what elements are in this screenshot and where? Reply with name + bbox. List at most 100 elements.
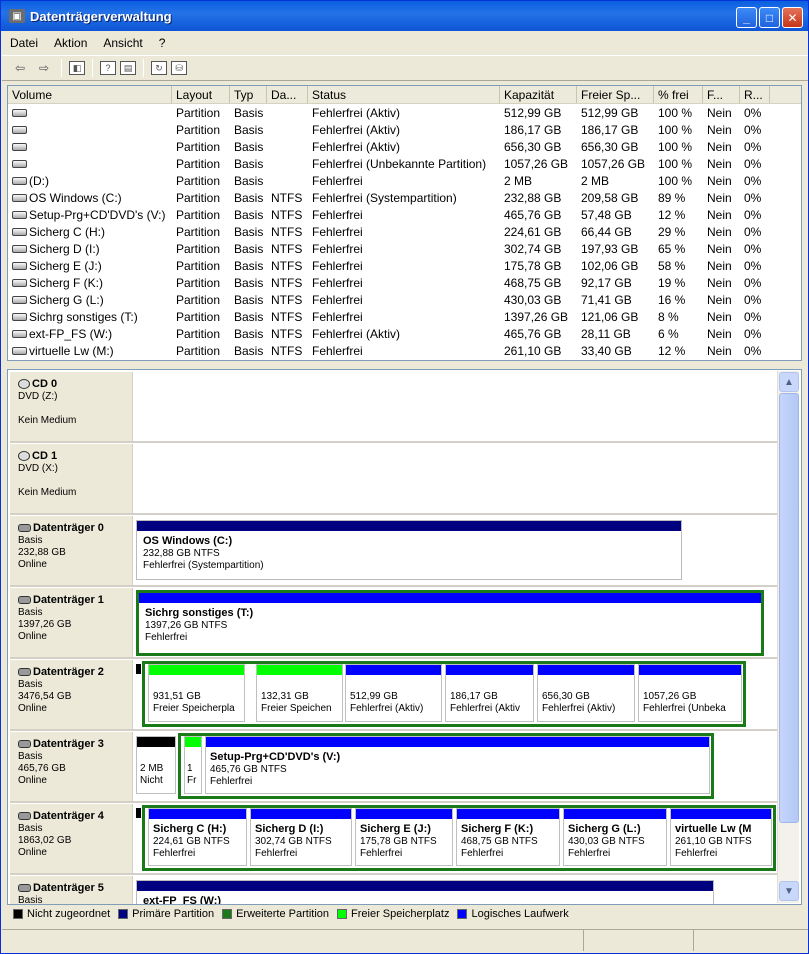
maximize-button[interactable]: □ — [759, 7, 780, 28]
partition-v[interactable]: Setup-Prg+CD'DVD's (V:) 465,76 GB NTFS Feh… — [205, 736, 710, 794]
partition-c[interactable]: OS Windows (C:) 232,88 GB NTFS Fehlerfrei … — [136, 520, 682, 580]
window-title: Datenträgerverwaltung — [30, 8, 172, 24]
partition-size: 302,74 GB NTFS — [255, 836, 332, 847]
col-kapazitaet[interactable]: Kapazität — [500, 86, 577, 103]
menu-ansicht[interactable]: Ansicht — [95, 36, 150, 50]
volume-row[interactable]: Setup-Prg+CD'DVD's (V:) Partition Basis NTF… — [8, 206, 801, 223]
volume-drive-icon — [12, 143, 27, 152]
col-volume[interactable]: Volume — [8, 86, 172, 103]
col-layout[interactable]: Layout — [172, 86, 230, 103]
partition-t[interactable]: Sichrg sonstiges (T:) 1397,26 GB NTFS Fehl… — [136, 590, 764, 656]
volume-row[interactable]: ext-FP_FS (W:) Partition Basis NTFS Fehlerfr… — [8, 325, 801, 342]
col-fehlertoleranz[interactable]: F... — [703, 86, 740, 103]
disk-management-app-icon[interactable]: ▣ — [9, 9, 25, 23]
disk-label-cd1[interactable]: CD 1 DVD (X:) Kein Medium — [10, 444, 133, 513]
partition-m[interactable]: virtuelle Lw (M 261,10 GB NTFS Fehlerfrei — [670, 808, 772, 866]
volume-row[interactable]: (D:) Partition Basis Fehlerfrei 2 MB 2 MB 100 … — [8, 172, 801, 189]
volume-row[interactable]: Partition Basis Fehlerfrei (Aktiv) 186,17 G… — [8, 121, 801, 138]
partition-j[interactable]: Sicherg E (J:) 175,78 GB NTFS Fehlerfrei — [355, 808, 453, 866]
partition-size: 931,51 GB — [153, 691, 201, 702]
volume-cell: Fehlerfrei — [312, 309, 363, 324]
refresh-icon[interactable]: ↻ — [151, 61, 167, 75]
col-freier-speicher[interactable]: Freier Sp... — [577, 86, 654, 103]
volume-cell: 0% — [744, 105, 762, 120]
col-typ[interactable]: Typ — [230, 86, 267, 103]
scroll-thumb[interactable] — [779, 393, 799, 823]
disk-label-2[interactable]: Datenträger 2 Basis 3476,54 GB Online — [10, 660, 133, 729]
scroll-up-arrow-icon[interactable]: ▲ — [779, 372, 799, 392]
graph-vertical-scrollbar[interactable]: ▲ ▼ — [777, 371, 799, 903]
volume-name: ext-FP_FS (W:) — [29, 326, 113, 341]
volume-cell: 100 % — [658, 105, 693, 120]
partition-name: Sichrg sonstiges (T:) — [145, 607, 254, 619]
volume-cell: Partition — [176, 224, 221, 239]
col-status[interactable]: Status — [308, 86, 500, 103]
col-dateisystem[interactable]: Da... — [267, 86, 308, 103]
disk-state: Online — [18, 775, 47, 786]
minimize-button[interactable]: _ — [736, 7, 757, 28]
legend-logical: Logisches Laufwerk — [471, 908, 569, 920]
volume-cell: 100 % — [658, 173, 693, 188]
partition-512[interactable]: 512,99 GB Fehlerfrei (Aktiv) — [345, 664, 442, 722]
hard-disk-icon — [18, 884, 31, 893]
volume-cell — [8, 123, 172, 137]
menu-datei[interactable]: Datei — [2, 36, 46, 50]
volume-row[interactable]: virtuelle Lw (M:) Partition Basis NTFS Fehle… — [8, 342, 801, 359]
free-space-2[interactable]: 132,31 GB Freier Speichen — [256, 664, 343, 722]
show-hide-tree-icon[interactable]: ◧ — [69, 61, 85, 75]
title-bar[interactable]: ▣ Datenträgerverwaltung _ □ ✕ — [1, 1, 808, 31]
properties-icon[interactable]: ? — [100, 61, 116, 75]
partition-l[interactable]: Sicherg G (L:) 430,03 GB NTFS Fehlerfrei — [563, 808, 667, 866]
partition-h[interactable]: Sicherg C (H:) 224,61 GB NTFS Fehlerfrei — [148, 808, 247, 866]
rescan-disks-icon[interactable]: ⛁ — [171, 61, 187, 75]
volume-row[interactable]: Partition Basis Fehlerfrei (Aktiv) 656,30 G… — [8, 138, 801, 155]
free-space-1[interactable]: 931,51 GB Freier Speicherpla — [148, 664, 245, 722]
unallocated-2mb[interactable]: 2 MB Nicht — [136, 736, 176, 794]
volume-cell: Basis — [234, 241, 264, 256]
partition-status: Fehlerfrei — [360, 848, 403, 859]
volume-row[interactable]: Partition Basis Fehlerfrei (Unbekannte Par… — [8, 155, 801, 172]
partition-i[interactable]: Sicherg D (I:) 302,74 GB NTFS Fehlerfrei — [250, 808, 352, 866]
forward-arrow-icon[interactable]: ⇨ — [34, 58, 54, 78]
volume-cell: 100 % — [658, 139, 693, 154]
scroll-down-arrow-icon[interactable]: ▼ — [779, 881, 799, 901]
disk-label-3[interactable]: Datenträger 3 Basis 465,76 GB Online — [10, 732, 133, 801]
volume-row[interactable]: Sicherg G (L:) Partition Basis NTFS Fehlerfr… — [8, 291, 801, 308]
partition-color-bar — [346, 665, 441, 675]
free-space-small[interactable]: 1 Fr — [184, 736, 202, 794]
back-arrow-icon[interactable]: ⇦ — [10, 58, 30, 78]
disk-name: Datenträger 1 — [33, 594, 104, 606]
col-reserve[interactable]: R... — [740, 86, 770, 103]
disk-label-4[interactable]: Datenträger 4 Basis 1863,02 GB Online — [10, 804, 133, 873]
volume-row[interactable]: Sichrg sonstiges (T:) Partition Basis NTFS F… — [8, 308, 801, 325]
volume-cell: 28,11 GB — [581, 326, 631, 341]
disk-label-0[interactable]: Datenträger 0 Basis 232,88 GB Online — [10, 516, 133, 585]
volume-row[interactable]: Sicherg E (J:) Partition Basis NTFS Fehlerfr… — [8, 257, 801, 274]
volume-row[interactable]: Sicherg F (K:) Partition Basis NTFS Fehlerfr… — [8, 274, 801, 291]
partition-656[interactable]: 656,30 GB Fehlerfrei (Aktiv) — [537, 664, 635, 722]
volume-drive-icon — [12, 177, 27, 186]
partition-w[interactable]: ext-FP_FS (W:) — [136, 880, 714, 904]
partition-1057[interactable]: 1057,26 GB Fehlerfrei (Unbeka — [638, 664, 742, 722]
menu-aktion[interactable]: Aktion — [46, 36, 95, 50]
partition-size: 175,78 GB NTFS — [360, 836, 437, 847]
partition-186[interactable]: 186,17 GB Fehlerfrei (Aktiv — [445, 664, 534, 722]
volume-row[interactable]: Partition Basis Fehlerfrei (Aktiv) 512,99 G… — [8, 104, 801, 121]
volume-cell: Sichrg sonstiges (T:) — [8, 310, 172, 324]
help-icon[interactable]: ▤ — [120, 61, 136, 75]
close-button[interactable]: ✕ — [782, 7, 803, 28]
menu-help[interactable]: ? — [151, 36, 174, 50]
disk-label-1[interactable]: Datenträger 1 Basis 1397,26 GB Online — [10, 588, 133, 657]
volume-list[interactable]: Volume Layout Typ Da... Status Kapazität… — [7, 85, 802, 361]
partition-k[interactable]: Sicherg F (K:) 468,75 GB NTFS Fehlerfrei — [456, 808, 560, 866]
volume-cell: 57,48 GB — [581, 207, 632, 222]
volume-row[interactable]: OS Windows (C:) Partition Basis NTFS Fehlerf… — [8, 189, 801, 206]
volume-cell: Basis — [234, 275, 264, 290]
disk-label-cd0[interactable]: CD 0 DVD (Z:) Kein Medium — [10, 372, 133, 441]
volume-row[interactable]: Sicherg C (H:) Partition Basis NTFS Fehlerfr… — [8, 223, 801, 240]
col-prozent-frei[interactable]: % frei — [654, 86, 703, 103]
volume-cell: 102,06 GB — [581, 258, 639, 273]
volume-row[interactable]: Sicherg D (I:) Partition Basis NTFS Fehlerfr… — [8, 240, 801, 257]
disk-label-5[interactable]: Datenträger 5 Basis — [10, 876, 133, 904]
partition-color-bar — [356, 809, 452, 819]
